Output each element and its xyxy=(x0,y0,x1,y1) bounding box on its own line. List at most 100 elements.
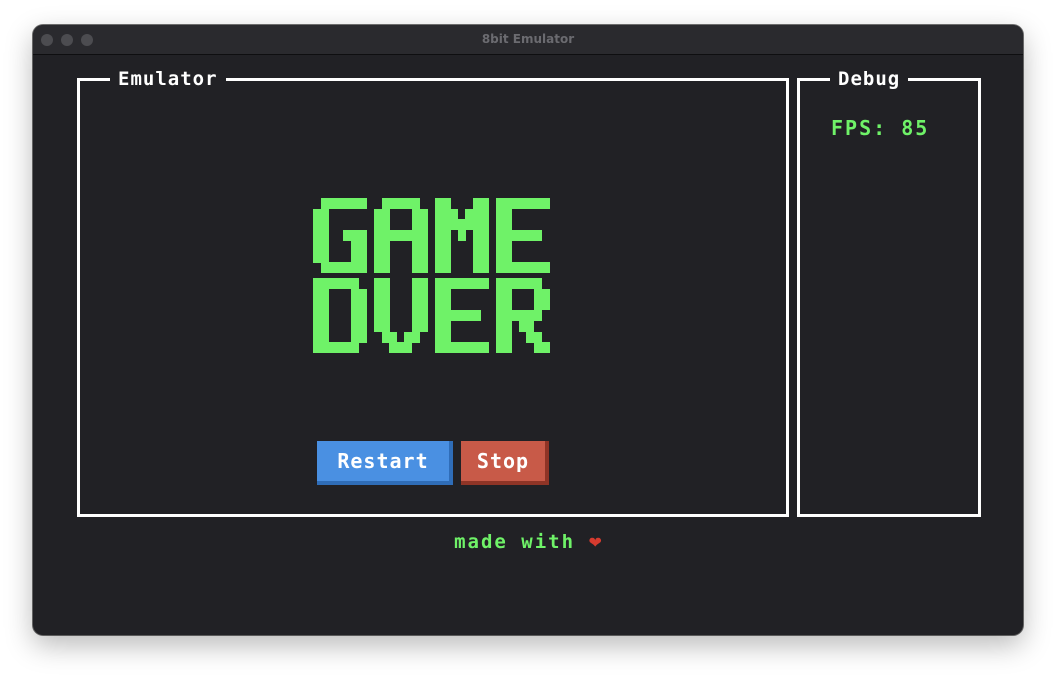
game-over-pixel xyxy=(404,342,412,353)
game-over-pixel xyxy=(359,310,367,321)
game-over-pixel xyxy=(534,332,542,343)
game-over-pixel xyxy=(412,289,420,300)
game-over-pixel xyxy=(382,262,390,273)
game-over-pixel xyxy=(321,209,329,220)
game-over-pixel xyxy=(526,278,534,289)
game-over-pixel xyxy=(496,230,504,241)
game-over-pixel xyxy=(382,219,390,230)
game-over-pixel xyxy=(351,310,359,321)
game-over-pixel xyxy=(412,321,420,332)
game-over-pixel xyxy=(412,198,420,209)
game-over-pixel xyxy=(473,209,481,220)
game-over-pixel xyxy=(351,299,359,310)
game-over-pixel xyxy=(496,219,504,230)
game-over-pixel xyxy=(343,198,351,209)
game-over-pixel xyxy=(435,299,443,310)
game-over-pixel xyxy=(382,321,390,332)
game-over-pixel xyxy=(435,321,443,332)
game-over-pixel xyxy=(382,289,390,300)
game-over-pixel xyxy=(313,342,321,353)
game-over-pixel xyxy=(420,262,428,273)
game-over-pixel xyxy=(496,262,504,273)
game-over-pixel xyxy=(412,332,420,343)
game-over-pixel xyxy=(481,230,489,241)
game-over-pixel xyxy=(359,198,367,209)
game-over-pixel xyxy=(526,321,534,332)
restart-button-label: Restart xyxy=(337,449,429,473)
stop-button[interactable]: Stop xyxy=(461,441,549,485)
game-over-pixel xyxy=(389,198,397,209)
game-over-pixel xyxy=(443,289,451,300)
game-over-pixel xyxy=(313,241,321,252)
game-over-pixel xyxy=(481,198,489,209)
game-over-pixel xyxy=(496,198,504,209)
game-over-pixel xyxy=(534,278,542,289)
game-over-pixel xyxy=(374,209,382,220)
game-over-pixel xyxy=(359,299,367,310)
game-over-pixel xyxy=(435,332,443,343)
game-over-pixel xyxy=(496,289,504,300)
game-over-pixel xyxy=(443,209,451,220)
game-over-pixel xyxy=(496,252,504,263)
game-over-pixel xyxy=(496,209,504,220)
game-over-pixel xyxy=(435,198,443,209)
game-over-pixel xyxy=(473,278,481,289)
game-over-pixel xyxy=(504,230,512,241)
game-over-pixel xyxy=(496,299,504,310)
game-over-pixel xyxy=(313,230,321,241)
game-over-pixel xyxy=(450,278,458,289)
game-over-pixel xyxy=(420,209,428,220)
restart-button[interactable]: Restart xyxy=(317,441,453,485)
game-over-pixel xyxy=(420,230,428,241)
game-over-pixel xyxy=(351,342,359,353)
game-over-pixel xyxy=(443,198,451,209)
game-over-pixel xyxy=(435,278,443,289)
game-over-screen xyxy=(313,198,550,353)
game-over-pixel xyxy=(359,230,367,241)
game-over-pixel xyxy=(435,241,443,252)
game-over-pixel xyxy=(504,241,512,252)
game-over-pixel xyxy=(313,332,321,343)
game-over-pixel xyxy=(504,262,512,273)
game-over-pixel xyxy=(382,209,390,220)
game-over-pixel xyxy=(374,252,382,263)
game-over-pixel xyxy=(336,262,344,273)
game-over-pixel xyxy=(313,209,321,220)
game-over-pixel xyxy=(351,252,359,263)
game-over-pixel xyxy=(359,262,367,273)
game-over-pixel xyxy=(542,342,550,353)
game-over-pixel xyxy=(328,262,336,273)
game-over-pixel xyxy=(351,321,359,332)
game-over-pixel xyxy=(435,310,443,321)
game-over-pixel xyxy=(359,321,367,332)
game-over-pixel xyxy=(450,310,458,321)
game-over-pixel xyxy=(313,252,321,263)
game-over-pixel xyxy=(374,262,382,273)
game-over-pixel xyxy=(313,219,321,230)
game-over-pixel xyxy=(321,321,329,332)
game-over-pixel xyxy=(351,289,359,300)
debug-legend: Debug xyxy=(830,69,909,89)
game-over-pixel xyxy=(481,262,489,273)
game-over-pixel xyxy=(534,230,542,241)
game-over-pixel xyxy=(542,289,550,300)
game-over-pixel xyxy=(321,299,329,310)
game-over-pixel xyxy=(389,230,397,241)
game-over-pixel xyxy=(343,278,351,289)
game-over-pixel xyxy=(534,262,542,273)
title-bar[interactable]: 8bit Emulator xyxy=(33,25,1023,55)
game-over-pixel xyxy=(443,332,451,343)
stop-button-label: Stop xyxy=(476,449,530,473)
game-over-pixel xyxy=(382,332,390,343)
game-over-pixel xyxy=(542,198,550,209)
game-over-pixel xyxy=(382,198,390,209)
game-over-pixel xyxy=(351,241,359,252)
game-over-pixel xyxy=(473,342,481,353)
game-over-pixel xyxy=(496,342,504,353)
game-over-pixel xyxy=(321,289,329,300)
game-over-pixel xyxy=(450,219,458,230)
game-over-pixel xyxy=(511,278,519,289)
game-over-pixel xyxy=(519,321,527,332)
game-over-pixel xyxy=(473,252,481,263)
game-over-pixel xyxy=(336,278,344,289)
